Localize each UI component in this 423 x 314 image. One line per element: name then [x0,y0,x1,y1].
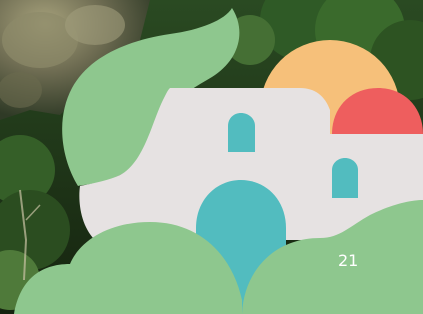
slide: 21 [0,0,423,314]
page-number: 21 [338,251,359,270]
window-top-left [228,113,255,152]
window-right [332,158,358,198]
